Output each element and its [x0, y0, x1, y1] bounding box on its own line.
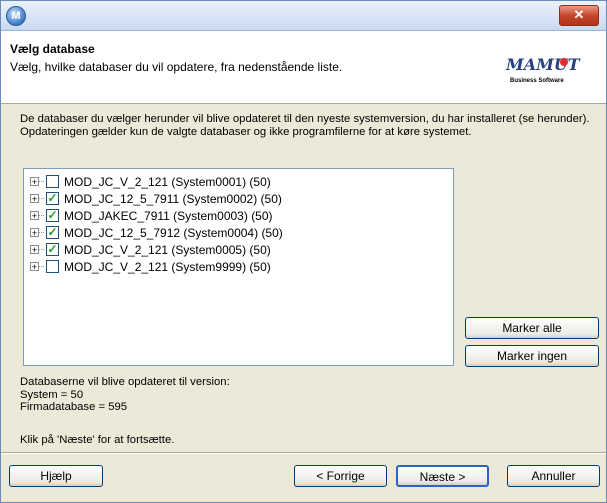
database-checkbox[interactable]: ✓	[46, 192, 59, 205]
tree-connector	[39, 249, 44, 250]
app-icon: M	[6, 6, 26, 26]
database-checkbox[interactable]	[46, 260, 59, 273]
continue-hint: Klik på 'Næste' for at fortsætte.	[20, 434, 175, 446]
page-subtitle: Vælg, hvilke databaser du vil opdatere, …	[10, 60, 343, 74]
list-item[interactable]: + MOD_JC_V_2_121 (System9999) (50)	[30, 258, 271, 275]
plus-expander-icon[interactable]: +	[30, 194, 39, 204]
system-version: System = 50	[20, 388, 84, 401]
checkmark-icon: ✓	[47, 191, 58, 205]
logo-dot-icon	[560, 58, 568, 66]
logo-tagline: Business Software	[510, 78, 564, 84]
plus-expander-icon[interactable]: +	[30, 211, 39, 221]
intro-text: De databaser du vælger herunder vil bliv…	[20, 113, 590, 138]
back-button[interactable]: < Forrige	[294, 465, 387, 487]
checkmark-icon: ✓	[47, 225, 58, 239]
cancel-button[interactable]: Annuller	[507, 465, 600, 487]
database-label: MOD_JC_V_2_121 (System0005) (50)	[64, 242, 271, 257]
version-heading: Databaserne vil blive opdateret til vers…	[20, 376, 230, 388]
database-label: MOD_JC_V_2_121 (System0001) (50)	[64, 174, 271, 189]
plus-expander-icon[interactable]: +	[30, 228, 39, 238]
tree-connector	[39, 198, 44, 199]
plus-expander-icon[interactable]: +	[30, 177, 39, 187]
select-all-button[interactable]: Marker alle	[465, 317, 599, 339]
logo-wordmark: MAMUT	[506, 55, 580, 74]
close-button[interactable]: ✕	[559, 5, 599, 26]
close-icon: ✕	[573, 7, 585, 22]
version-info: Databaserne vil blive opdateret til vers…	[20, 376, 230, 414]
footer-divider	[1, 452, 606, 454]
database-checkbox[interactable]: ✓	[46, 209, 59, 222]
select-none-button[interactable]: Marker ingen	[465, 345, 599, 367]
wizard-header: Vælg database Vælg, hvilke databaser du …	[1, 31, 606, 104]
list-item[interactable]: + ✓ MOD_JAKEC_7911 (System0003) (50)	[30, 207, 273, 224]
tree-connector	[39, 215, 44, 216]
page-title: Vælg database	[10, 42, 95, 56]
mamut-logo: MAMUT Business Software	[506, 53, 580, 91]
list-item[interactable]: + ✓ MOD_JC_12_5_7911 (System0002) (50)	[30, 190, 282, 207]
plus-expander-icon[interactable]: +	[30, 245, 39, 255]
checkmark-icon: ✓	[47, 208, 58, 222]
plus-expander-icon[interactable]: +	[30, 262, 39, 272]
tree-connector	[39, 232, 44, 233]
list-item[interactable]: + ✓ MOD_JC_12_5_7912 (System0004) (50)	[30, 224, 283, 241]
company-db-version: Firmadatabase = 595	[20, 401, 128, 413]
help-button[interactable]: Hjælp	[9, 465, 103, 487]
database-checkbox[interactable]	[46, 175, 59, 188]
title-bar[interactable]: M ✕	[1, 1, 606, 31]
database-checkbox[interactable]: ✓	[46, 243, 59, 256]
database-list[interactable]: + MOD_JC_V_2_121 (System0001) (50) + ✓ MOD_J…	[23, 168, 454, 366]
list-item[interactable]: + MOD_JC_V_2_121 (System0001) (50)	[30, 173, 271, 190]
database-checkbox[interactable]: ✓	[46, 226, 59, 239]
checkmark-icon: ✓	[47, 242, 58, 256]
next-button[interactable]: Næste >	[396, 465, 489, 487]
database-label: MOD_JAKEC_7911 (System0003) (50)	[64, 208, 273, 223]
database-label: MOD_JC_V_2_121 (System9999) (50)	[64, 259, 271, 274]
database-label: MOD_JC_12_5_7911 (System0002) (50)	[64, 191, 282, 206]
tree-connector	[39, 266, 44, 267]
database-update-dialog: M ✕ Vælg database Vælg, hvilke databaser…	[0, 0, 607, 503]
tree-connector	[39, 181, 44, 182]
database-label: MOD_JC_12_5_7912 (System0004) (50)	[64, 225, 283, 240]
list-item[interactable]: + ✓ MOD_JC_V_2_121 (System0005) (50)	[30, 241, 271, 258]
